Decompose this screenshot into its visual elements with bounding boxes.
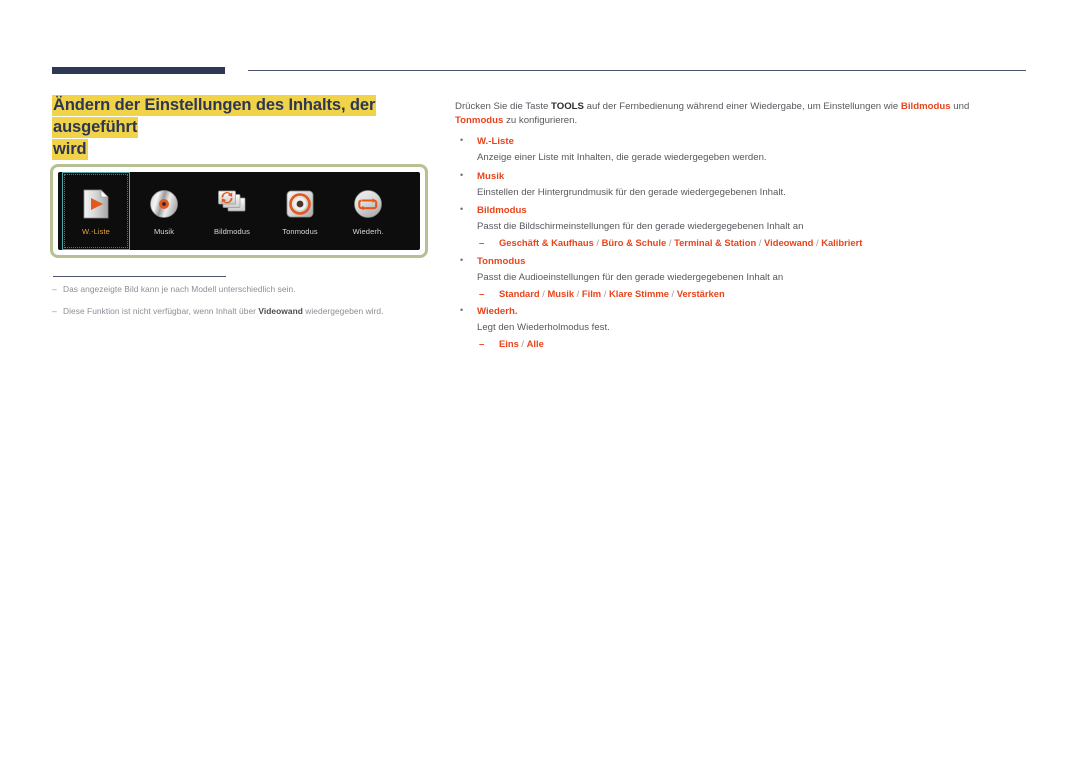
setting-options: Standard / Musik / Film / Klare Stimme /… [477,287,1030,301]
option-separator: / [666,237,675,249]
list-item-tonmodus: Tonmodus Passt die Audioeinstellungen fü… [455,254,1030,301]
footnote-dash: – [52,284,57,294]
list-item-musik: Musik Einstellen der Hintergrundmusik fü… [455,169,1030,200]
option-separator: / [593,237,602,249]
footnote-emphasis: Videowand [258,305,303,316]
option-separator: / [518,338,527,350]
picture-mode-cards-icon [215,187,249,221]
option-value: Büro & Schule [601,237,667,249]
sound-mode-speaker-icon [283,187,317,221]
option-value: Verstärken [676,287,725,299]
footnote-item: – Diese Funktion ist nicht verfügbar, we… [52,305,432,318]
option-separator: / [668,287,677,299]
option-separator: / [813,237,822,249]
osd-item-label: Tonmodus [282,226,318,236]
page-title-line-2: wird [52,138,88,160]
option-value: Klare Stimme [608,287,669,299]
option-value: Musik [547,287,575,299]
header-rule-thick [52,67,225,74]
option-value: Geschäft & Kaufhaus [499,237,594,249]
footnote-dash: – [52,305,57,316]
option-value: Videowand [764,237,814,249]
setting-title: Musik [477,170,505,182]
setting-title: Tonmodus [477,255,526,267]
osd-item-label: Bildmodus [214,226,250,236]
setting-description: Anzeige einer Liste mit Inhalten, die ge… [477,151,767,163]
footnote-list: – Das angezeigte Bild kann je nach Model… [52,283,432,326]
footnote-item: – Das angezeigte Bild kann je nach Model… [52,283,432,296]
setting-options: Eins / Alle [477,337,1030,351]
music-disc-icon [147,187,181,221]
tools-key-label: TOOLS [551,101,584,112]
option-separator: / [756,237,765,249]
page-title-line-1: Ändern der Einstellungen des Inhalts, de… [52,95,377,138]
setting-title: Wiederh. [477,306,518,318]
keyword-bildmodus: Bildmodus [900,101,951,112]
header-rule-thin [248,70,1026,71]
repeat-loop-icon [351,187,385,221]
list-item-wiederh: Wiederh. Legt den Wiederholmodus fest. E… [455,304,1030,351]
osd-item-wiederh[interactable]: Wiederh. [334,172,402,250]
setting-options: Geschäft & Kaufhaus / Büro & Schule / Te… [477,236,1030,250]
osd-item-label: W.-Liste [82,226,110,236]
option-value: Alle [526,338,544,350]
option-separator: / [574,287,582,299]
intro-paragraph: Drücken Sie die Taste TOOLS auf der Fern… [455,101,970,126]
osd-menu-bar: W.-Liste Musik Bildmodus Tonmodus Wieder… [58,172,420,250]
option-value: Terminal & Station [674,237,757,249]
footnote-text: Das angezeigte Bild kann je nach Modell … [63,284,296,294]
setting-description: Einstellen der Hintergrundmusik für den … [477,186,786,198]
setting-description: Passt die Audioeinstellungen für den ger… [477,271,784,283]
list-item-w-liste: W.-Liste Anzeige einer Liste mit Inhalte… [455,134,1030,165]
left-column: Ändern der Einstellungen des Inhalts, de… [52,95,428,161]
option-value: Film [581,287,602,299]
setting-description: Legt den Wiederholmodus fest. [477,322,610,334]
osd-item-w-liste[interactable]: W.-Liste [62,172,130,250]
setting-description: Passt die Bildschirmeinstellungen für de… [477,221,804,233]
footnote-rule [53,276,226,277]
settings-list: W.-Liste Anzeige einer Liste mit Inhalte… [455,134,1030,351]
option-value: Eins [499,338,519,350]
keyword-tonmodus: Tonmodus [455,114,504,126]
list-item-bildmodus: Bildmodus Passt die Bildschirmeinstellun… [455,203,1030,250]
setting-title: W.-Liste [477,135,514,147]
osd-menu-figure: W.-Liste Musik Bildmodus Tonmodus Wieder… [50,164,428,258]
content-column: Drücken Sie die Taste TOOLS auf der Fern… [455,100,1030,356]
osd-item-musik[interactable]: Musik [130,172,198,250]
setting-title: Bildmodus [477,205,527,217]
osd-item-label: Musik [153,226,175,236]
option-value: Kalibriert [821,237,863,249]
osd-item-bildmodus[interactable]: Bildmodus [198,172,266,250]
osd-item-tonmodus[interactable]: Tonmodus [266,172,334,250]
osd-item-label: Wiederh. [352,226,384,236]
option-value: Standard [499,287,540,299]
option-separator: / [601,287,609,299]
playlist-document-icon [79,187,113,221]
page-title: Ändern der Einstellungen des Inhalts, de… [52,95,428,161]
footnote-text: Diese Funktion ist nicht verfügbar, wenn… [63,305,384,316]
